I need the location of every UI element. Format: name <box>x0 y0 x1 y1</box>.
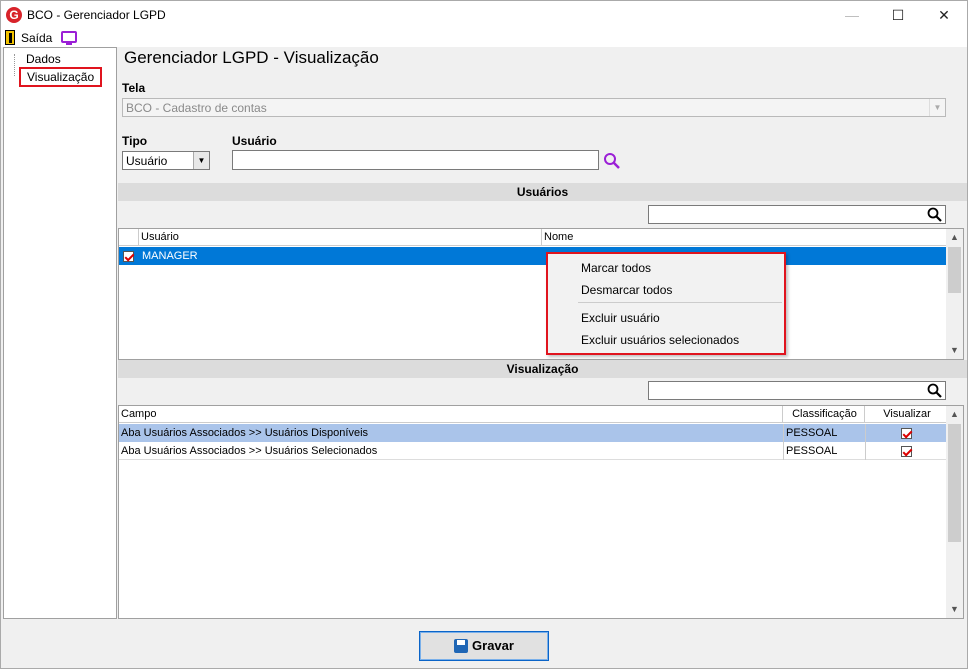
gravar-label: Gravar <box>472 638 514 653</box>
scroll-thumb[interactable] <box>948 247 961 293</box>
tela-select-value: BCO - Cadastro de contas <box>126 101 267 115</box>
table-row[interactable]: Aba Usuários Associados >> Usuários Disp… <box>119 424 947 442</box>
tela-select[interactable]: BCO - Cadastro de contas ▼ <box>122 98 946 117</box>
app-window: G BCO - Gerenciador LGPD — ☐ ✕ Saída Dad… <box>0 0 968 669</box>
grid-header-classificacao[interactable]: Classificação <box>783 406 865 423</box>
scroll-thumb[interactable] <box>948 424 961 542</box>
exit-door-icon[interactable] <box>5 30 15 45</box>
grid-header-visualizar[interactable]: Visualizar <box>865 406 947 423</box>
menu-item-excluir-selecionados[interactable]: Excluir usuários selecionados <box>581 333 739 347</box>
monitor-icon[interactable] <box>61 31 77 45</box>
table-row[interactable]: Aba Usuários Associados >> Usuários Sele… <box>119 442 947 460</box>
menu-separator <box>578 302 782 303</box>
row-classificacao: PESSOAL <box>783 442 865 460</box>
usuarios-section-header: Usuários <box>118 183 967 201</box>
row-campo: Aba Usuários Associados >> Usuários Disp… <box>121 427 369 439</box>
usuarios-scrollbar[interactable]: ▲ ▼ <box>946 229 963 359</box>
exit-button[interactable]: Saída <box>21 31 52 45</box>
visualizacao-scrollbar[interactable]: ▲ ▼ <box>946 406 963 618</box>
usuario-label: Usuário <box>232 134 277 148</box>
row-classificacao: PESSOAL <box>783 424 865 442</box>
page-title: Gerenciador LGPD - Visualização <box>124 48 379 67</box>
tree-item-visualizacao[interactable]: Visualização <box>19 67 103 87</box>
row-checkbox[interactable] <box>123 247 134 265</box>
grid-header-check <box>119 229 139 246</box>
grid-header-campo[interactable]: Campo <box>119 406 783 423</box>
grid-header-usuario[interactable]: Usuário <box>139 229 542 246</box>
toolbar: Saída <box>1 29 967 47</box>
row-visualizar-checkbox[interactable] <box>865 424 947 442</box>
tela-label: Tela <box>122 81 146 95</box>
close-button[interactable]: ✕ <box>921 1 967 29</box>
visualizacao-section-header: Visualização <box>118 360 967 378</box>
visualizacao-search-input[interactable] <box>648 381 946 400</box>
search-icon[interactable] <box>927 207 943 223</box>
navigation-tree: Dados Visualização <box>3 47 117 619</box>
tipo-label: Tipo <box>122 134 148 148</box>
usuarios-search-input[interactable] <box>648 205 946 224</box>
menu-item-desmarcar-todos[interactable]: Desmarcar todos <box>581 283 672 297</box>
window-title: BCO - Gerenciador LGPD <box>27 8 166 22</box>
search-icon[interactable] <box>602 152 622 170</box>
maximize-button[interactable]: ☐ <box>875 1 921 29</box>
usuario-input[interactable] <box>232 150 599 170</box>
row-campo: Aba Usuários Associados >> Usuários Sele… <box>121 445 378 457</box>
tree-connector <box>14 54 15 76</box>
menu-item-excluir-usuario[interactable]: Excluir usuário <box>581 311 660 325</box>
title-bar: G BCO - Gerenciador LGPD — ☐ ✕ <box>1 1 967 29</box>
floppy-disk-icon <box>454 638 469 653</box>
row-visualizar-checkbox[interactable] <box>865 442 947 460</box>
tipo-select-value: Usuário <box>126 154 168 168</box>
search-icon[interactable] <box>927 383 943 399</box>
minimize-button[interactable]: — <box>829 1 875 29</box>
grid-header-nome[interactable]: Nome <box>542 229 947 246</box>
gravar-button[interactable]: Gravar <box>419 631 549 661</box>
context-menu: Marcar todos Desmarcar todos Excluir usu… <box>546 252 786 355</box>
table-row[interactable]: MANAGER <box>119 247 947 265</box>
scroll-down-arrow-icon[interactable]: ▼ <box>946 342 963 359</box>
tree-item-dados[interactable]: Dados <box>26 52 61 66</box>
scroll-up-arrow-icon[interactable]: ▲ <box>946 229 963 246</box>
visualizacao-grid: Campo Classificação Visualizar Aba Usuár… <box>118 405 964 619</box>
chevron-down-icon[interactable]: ▼ <box>193 152 209 169</box>
app-logo-icon: G <box>6 7 22 23</box>
usuarios-grid: Usuário Nome MANAGER ▲ ▼ <box>118 228 964 360</box>
chevron-down-icon[interactable]: ▼ <box>929 99 945 116</box>
scroll-up-arrow-icon[interactable]: ▲ <box>946 406 963 423</box>
scroll-down-arrow-icon[interactable]: ▼ <box>946 601 963 618</box>
row-usuario: MANAGER <box>142 250 198 262</box>
tipo-select[interactable]: Usuário ▼ <box>122 151 210 170</box>
menu-item-marcar-todos[interactable]: Marcar todos <box>581 261 651 275</box>
